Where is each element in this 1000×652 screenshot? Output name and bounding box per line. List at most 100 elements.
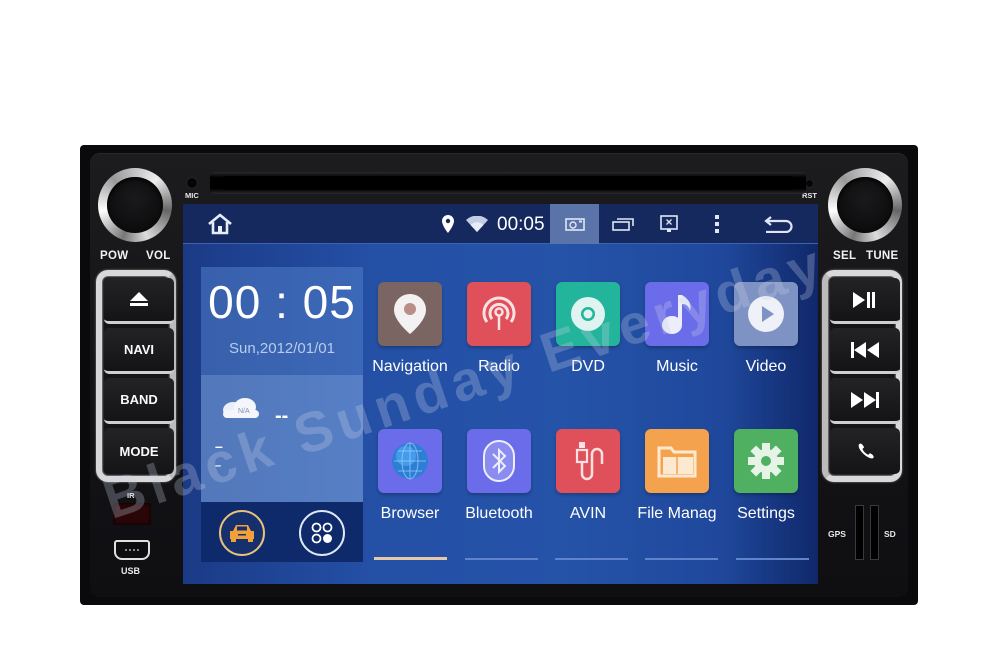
weather-line2: – <box>215 460 222 472</box>
app-avin[interactable]: AVIN <box>543 429 633 523</box>
app-music[interactable]: Music <box>632 282 722 376</box>
weather-na: N/A <box>238 408 250 415</box>
app-label: Bluetooth <box>465 505 533 522</box>
screenshot-icon <box>564 218 585 231</box>
app-label: Browser <box>380 505 440 522</box>
app-navigation[interactable]: Navigation <box>365 282 455 376</box>
navi-button[interactable]: NAVI <box>104 328 174 374</box>
skip-previous-icon <box>851 341 879 358</box>
widget-time: 00 : 05 <box>208 276 356 328</box>
reset-hole[interactable] <box>806 180 813 187</box>
right-button-panel <box>822 270 902 482</box>
page-indicator-4[interactable] <box>645 558 718 560</box>
skip-next-icon <box>851 391 879 408</box>
app-bluetooth[interactable]: Bluetooth <box>454 429 544 523</box>
wifi-status <box>465 204 489 244</box>
page-indicator-2[interactable] <box>465 558 538 560</box>
location-pin-icon <box>442 215 454 233</box>
gps-label: GPS <box>828 529 846 539</box>
weather-line1: – <box>215 438 223 454</box>
pow-label: POW <box>100 250 129 262</box>
widget-date: Sun,2012/01/01 <box>229 340 335 357</box>
avin-icon <box>575 442 604 481</box>
next-button[interactable] <box>830 378 900 424</box>
location-status <box>439 204 457 244</box>
page-indicator-5[interactable] <box>736 558 809 560</box>
back-icon <box>764 216 793 233</box>
screenshot-button[interactable] <box>550 204 599 244</box>
clock-weather-widget: 00 : 05 Sun,2012/01/01 N/A -- – – <box>201 267 363 562</box>
vol-label: VOL <box>146 250 171 262</box>
ir-receiver <box>113 503 151 525</box>
mic-hole <box>187 178 197 188</box>
close-screen-icon <box>660 215 678 232</box>
video-icon <box>748 296 784 332</box>
recent-apps-button[interactable] <box>608 204 638 244</box>
sel-label: SEL <box>833 250 857 262</box>
app-label: File Manag <box>637 505 717 522</box>
car-button[interactable] <box>219 510 265 556</box>
mic-label: MIC <box>185 191 199 200</box>
widget-dock <box>201 502 363 562</box>
apps-button[interactable] <box>299 510 345 556</box>
apps-icon <box>311 522 333 544</box>
status-bar: 00:05 <box>183 204 818 244</box>
app-label: Video <box>745 358 787 375</box>
app-settings[interactable]: Settings <box>721 429 811 523</box>
sd-label: SD <box>884 529 896 539</box>
gps-slot <box>855 505 864 560</box>
play-pause-button[interactable] <box>830 278 900 324</box>
band-button[interactable]: BAND <box>104 378 174 424</box>
app-radio[interactable]: Radio <box>454 282 544 376</box>
navigation-icon <box>394 294 426 334</box>
app-dvd[interactable]: DVD <box>543 282 633 376</box>
app-label: Radio <box>478 358 520 375</box>
browser-icon <box>392 442 428 480</box>
dvd-icon <box>571 297 605 331</box>
app-tile <box>734 429 798 493</box>
radio-icon <box>482 296 516 330</box>
weather-panel[interactable]: N/A -- – – <box>201 375 363 502</box>
app-tile <box>556 282 620 346</box>
tune-label: TUNE <box>866 250 899 262</box>
touch-screen: 00:05 00 : 05 Sun,2012/01/01 N/A -- – – … <box>183 204 818 584</box>
weather-temperature: -- <box>275 405 289 427</box>
file-manager-icon <box>657 446 697 478</box>
home-button[interactable] <box>205 204 235 244</box>
phone-icon <box>858 443 874 459</box>
play-pause-icon <box>853 291 875 308</box>
app-label: DVD <box>571 358 605 375</box>
clock-panel[interactable]: 00 : 05 Sun,2012/01/01 <box>201 267 363 375</box>
ir-label: IR <box>127 491 135 500</box>
phone-button[interactable] <box>830 428 900 474</box>
eject-button[interactable] <box>104 278 174 324</box>
power-volume-knob[interactable] <box>98 168 172 242</box>
disc-slot <box>210 172 806 194</box>
back-button[interactable] <box>761 204 795 244</box>
home-icon <box>208 213 232 235</box>
usb-port <box>114 540 150 560</box>
mode-button[interactable]: MODE <box>104 428 174 474</box>
menu-button[interactable] <box>709 204 725 244</box>
app-label: Navigation <box>372 358 448 375</box>
app-tile <box>467 282 531 346</box>
music-icon <box>662 295 691 334</box>
close-screen-button[interactable] <box>657 204 681 244</box>
app-browser[interactable]: Browser <box>365 429 455 523</box>
page-indicator-3[interactable] <box>555 558 628 560</box>
app-tile <box>645 282 709 346</box>
bluetooth-icon <box>483 440 515 482</box>
select-tune-knob[interactable] <box>828 168 902 242</box>
page-indicator-1[interactable] <box>374 557 447 560</box>
app-video[interactable]: Video <box>721 282 811 376</box>
previous-button[interactable] <box>830 328 900 374</box>
app-tile <box>556 429 620 493</box>
more-vert-icon <box>715 215 719 233</box>
sd-slot <box>870 505 879 560</box>
app-label: AVIN <box>569 505 607 522</box>
wifi-icon <box>466 216 488 232</box>
status-time: 00:05 <box>497 214 545 235</box>
app-tile <box>467 429 531 493</box>
car-icon <box>230 525 254 542</box>
app-file-manager[interactable]: File Manag <box>632 429 722 523</box>
